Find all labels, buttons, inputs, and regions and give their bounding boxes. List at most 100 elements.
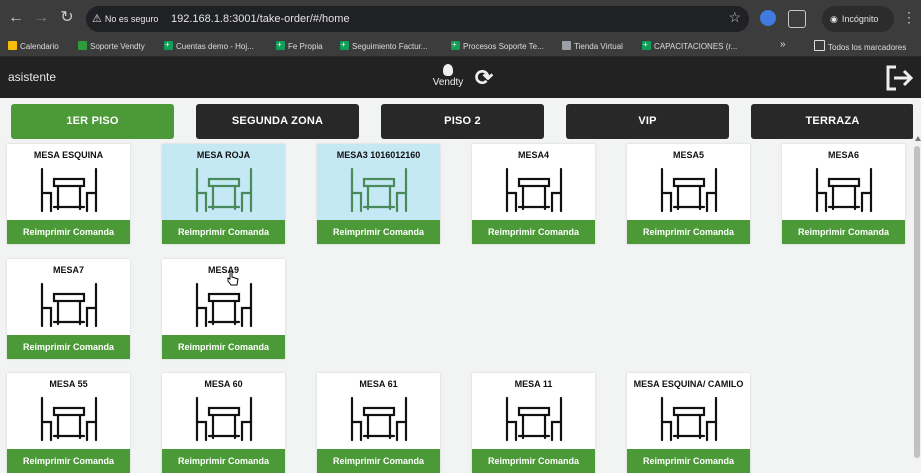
puzzle-extensions-icon[interactable]: [788, 10, 806, 28]
bookmark-item[interactable]: Tienda Virtual: [562, 40, 623, 54]
back-arrow-icon[interactable]: ←: [6, 8, 26, 28]
bookmarks-bar: Calendario Soporte Vendty Cuentas demo -…: [0, 37, 921, 57]
table-icon-wrap: [349, 396, 409, 442]
reprint-order-button[interactable]: Reimprimir Comanda: [162, 449, 285, 473]
table-icon-wrap: [194, 396, 254, 442]
security-chip[interactable]: ⚠ No es seguro: [92, 10, 158, 28]
zone-tab-segunda-zona[interactable]: SEGUNDA ZONA: [196, 104, 359, 139]
table-chairs-icon: [195, 282, 253, 328]
table-chairs-icon: [195, 396, 253, 442]
table-card[interactable]: MESA7 Reimprimir Comanda: [7, 259, 130, 359]
table-chairs-icon: [40, 167, 98, 213]
forward-arrow-icon[interactable]: →: [31, 8, 51, 28]
table-card[interactable]: MESA 61 Reimprimir Comanda: [317, 373, 440, 473]
bookmark-label: Seguimiento Factur...: [352, 42, 428, 51]
table-card[interactable]: MESA 60 Reimprimir Comanda: [162, 373, 285, 473]
table-name: MESA6: [827, 150, 859, 160]
table-name: MESA ESQUINA/ CAMILO: [633, 379, 744, 389]
zone-tab-vip[interactable]: VIP: [566, 104, 729, 139]
sheets-icon: [642, 38, 651, 52]
zone-tab-1er-piso[interactable]: 1ER PISO: [11, 104, 174, 139]
bookmark-item[interactable]: Soporte Vendty: [78, 40, 145, 54]
table-icon-wrap: [504, 396, 564, 442]
reprint-order-button[interactable]: Reimprimir Comanda: [472, 449, 595, 473]
incognito-indicator[interactable]: ◉ Incógnito: [822, 6, 894, 32]
table-chairs-icon: [350, 396, 408, 442]
all-bookmarks[interactable]: Todos los marcadores: [814, 40, 906, 54]
bookmark-star-icon[interactable]: ☆: [728, 9, 741, 26]
reprint-order-button[interactable]: Reimprimir Comanda: [782, 220, 905, 244]
extension-icon[interactable]: [760, 10, 776, 26]
refresh-icon[interactable]: ⟳: [471, 65, 497, 91]
table-card[interactable]: MESA4 Reimprimir Comanda: [472, 144, 595, 244]
table-name: MESA 61: [359, 379, 398, 389]
reprint-order-button[interactable]: Reimprimir Comanda: [627, 449, 750, 473]
table-icon-wrap: [194, 167, 254, 213]
table-card[interactable]: MESA ESQUINA Reimprimir Comanda: [7, 144, 130, 244]
sheets-icon: [340, 38, 349, 52]
table-icon-wrap: [194, 282, 254, 328]
bookmark-item[interactable]: Fe Propia: [276, 38, 323, 54]
reprint-order-button[interactable]: Reimprimir Comanda: [472, 220, 595, 244]
globe-icon: [562, 41, 571, 50]
table-chairs-icon: [40, 282, 98, 328]
hand-cursor-icon: [227, 270, 239, 286]
chevron-more-icon[interactable]: »: [780, 39, 786, 50]
table-icon-wrap: [349, 167, 409, 213]
reload-icon[interactable]: ↻: [57, 8, 77, 28]
table-card[interactable]: MESA3 1016012160 Reimprimir Comanda: [317, 144, 440, 244]
scroll-up-arrow-icon[interactable]: [915, 136, 921, 141]
table-chairs-icon: [195, 167, 253, 213]
table-name: MESA4: [517, 150, 549, 160]
table-card[interactable]: MESA ESQUINA/ CAMILO Reimprimir Comanda: [627, 373, 750, 473]
reprint-order-button[interactable]: Reimprimir Comanda: [317, 449, 440, 473]
address-bar[interactable]: ⚠ No es seguro 192.168.1.8:3001/take-orde…: [86, 6, 749, 32]
table-icon-wrap: [504, 167, 564, 213]
table-chairs-icon: [505, 167, 563, 213]
logout-icon[interactable]: [884, 64, 914, 92]
logo-text: Vendty: [432, 77, 464, 88]
table-chairs-icon: [815, 167, 873, 213]
zone-tab-piso-2[interactable]: PISO 2: [381, 104, 544, 139]
reprint-order-button[interactable]: Reimprimir Comanda: [7, 335, 130, 359]
reprint-order-button[interactable]: Reimprimir Comanda: [162, 335, 285, 359]
bookmark-label: Cuentas demo - Hoj...: [176, 42, 254, 51]
reprint-order-button[interactable]: Reimprimir Comanda: [7, 220, 130, 244]
reprint-order-button[interactable]: Reimprimir Comanda: [7, 449, 130, 473]
table-card[interactable]: MESA9 Reimprimir Comanda: [162, 259, 285, 359]
vendty-drop-icon: [443, 64, 453, 76]
table-name: MESA3 1016012160: [336, 150, 421, 160]
url-text[interactable]: 192.168.1.8:3001/take-order/#/home: [171, 6, 350, 32]
table-chairs-icon: [350, 167, 408, 213]
bookmark-item[interactable]: Procesos Soporte Te...: [451, 38, 544, 54]
reprint-order-button[interactable]: Reimprimir Comanda: [627, 220, 750, 244]
table-chairs-icon: [505, 396, 563, 442]
table-card[interactable]: MESA6 Reimprimir Comanda: [782, 144, 905, 244]
table-card[interactable]: MESA5 Reimprimir Comanda: [627, 144, 750, 244]
bookmark-item[interactable]: Cuentas demo - Hoj...: [164, 38, 254, 54]
scrollbar-thumb[interactable]: [914, 146, 920, 458]
table-icon-wrap: [39, 282, 99, 328]
browser-toolbar: ← → ↻ ⚠ No es seguro 192.168.1.8:3001/tak…: [0, 0, 921, 37]
zone-tab-terraza[interactable]: TERRAZA: [751, 104, 914, 139]
bookmark-label: Fe Propia: [288, 42, 323, 51]
bookmark-label: Procesos Soporte Te...: [463, 42, 544, 51]
reprint-order-button[interactable]: Reimprimir Comanda: [162, 220, 285, 244]
bookmark-item[interactable]: CAPACITACIONES (r...: [642, 38, 737, 54]
calendar-icon: [8, 41, 17, 50]
bookmark-item[interactable]: Seguimiento Factur...: [340, 38, 428, 54]
table-name: MESA7: [52, 265, 84, 275]
app-header: asistente Vendty ⟳: [0, 57, 921, 98]
more-menu-icon[interactable]: ⋮: [902, 9, 916, 26]
bookmark-label: Calendario: [20, 42, 59, 51]
table-name: MESA5: [672, 150, 704, 160]
table-name: MESA 55: [49, 379, 88, 389]
table-icon-wrap: [39, 396, 99, 442]
sheets-icon: [451, 38, 460, 52]
table-card[interactable]: MESA 55 Reimprimir Comanda: [7, 373, 130, 473]
table-card[interactable]: MESA ROJA Reimprimir Comanda: [162, 144, 285, 244]
reprint-order-button[interactable]: Reimprimir Comanda: [317, 220, 440, 244]
table-name: MESA ESQUINA: [33, 150, 104, 160]
table-card[interactable]: MESA 11 Reimprimir Comanda: [472, 373, 595, 473]
bookmark-item[interactable]: Calendario: [8, 40, 59, 54]
